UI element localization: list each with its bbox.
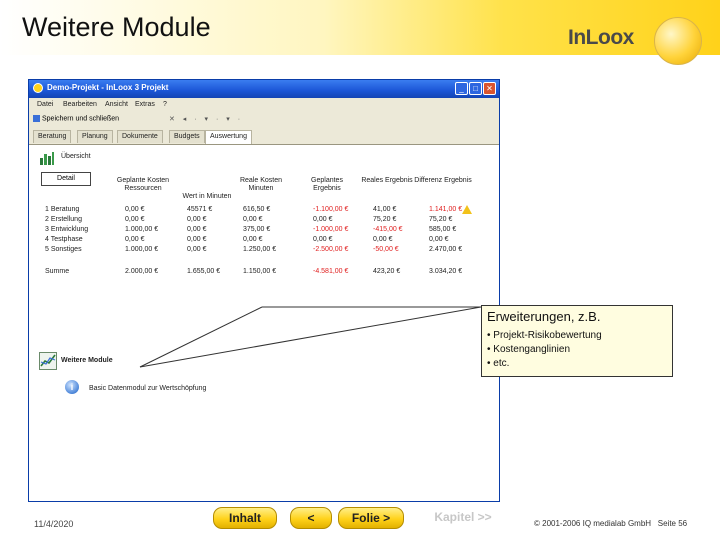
row-label: 4 Testphase	[45, 236, 83, 243]
slide-title: Weitere Module	[22, 12, 211, 42]
table-cell: 585,00 €	[429, 226, 457, 233]
callout-item-1: • Projekt-Risikobewertung	[487, 330, 602, 341]
page-number: Seite 56	[657, 519, 688, 528]
callout-box: Erweiterungen, z.B. • Projekt-Risikobewe…	[481, 305, 673, 377]
info-text[interactable]: Basic Datenmodul zur Wertschöpfung	[89, 385, 206, 392]
copyright-text: © 2001-2006 IQ medialab GmbH	[534, 519, 652, 528]
table-cell: 0,00 €	[187, 226, 207, 233]
sum-cell: 3.034,20 €	[429, 268, 463, 275]
maximize-button[interactable]: □	[469, 82, 482, 95]
footer-date: 11/4/2020	[34, 519, 74, 529]
save-close-button[interactable]: Speichern und schließen	[33, 115, 119, 122]
sum-cell: 2.000,00 €	[125, 268, 159, 275]
nav-inhalt-button[interactable]: Inhalt	[213, 507, 277, 529]
bar-chart-icon	[40, 152, 54, 165]
table-cell: 2.470,00 €	[429, 246, 463, 253]
table-cell: 0,00 €	[313, 236, 333, 243]
table-cell: 0,00 €	[187, 236, 207, 243]
app-icon	[33, 83, 43, 93]
table-cell: 75,20 €	[373, 216, 397, 223]
line-chart-icon	[39, 352, 57, 370]
table-cell: 0,00 €	[243, 236, 263, 243]
table-cell: -415,00 €	[373, 226, 403, 233]
nav-folie-button[interactable]: Folie >	[338, 507, 404, 529]
sum-label: Summe	[45, 268, 70, 275]
table-cell: 0,00 €	[187, 216, 207, 223]
tab-planung[interactable]: Planung	[77, 130, 113, 143]
table-cell: -1.100,00 €	[313, 206, 349, 213]
nav-kapitel-button: Kapitel >>	[434, 510, 492, 524]
tab-budgets[interactable]: Budgets	[169, 130, 205, 143]
window-titlebar: Demo-Projekt - InLoox 3 Projekt _ □ ✕	[29, 80, 499, 98]
col-header-3: Reale Kosten Minuten	[239, 177, 283, 192]
menu-datei[interactable]: Datei	[37, 101, 53, 108]
toolbar: Speichern und schließen ✕ ◂ · ▾ · ▾ ·	[29, 112, 499, 129]
callout-title: Erweiterungen, z.B.	[487, 309, 601, 324]
table-cell: 0,00 €	[373, 236, 393, 243]
menu-bearbeiten[interactable]: Bearbeiten	[63, 101, 97, 108]
row-label: 1 Beratung	[45, 206, 80, 213]
table-cell: -1.000,00 €	[313, 226, 349, 233]
nav-back-button[interactable]: <	[290, 507, 332, 529]
detail-button[interactable]: Detail	[41, 172, 91, 186]
toolbar-icons[interactable]: ✕ ◂ · ▾ · ▾ ·	[169, 115, 243, 123]
table-cell: 0,00 €	[429, 236, 449, 243]
tab-bar: Beratung Planung Dokumente Budgets Auswe…	[29, 128, 499, 145]
menu-help[interactable]: ?	[163, 101, 167, 108]
close-button[interactable]: ✕	[483, 82, 496, 95]
callout-item-3: • etc.	[487, 358, 510, 369]
minimize-button[interactable]: _	[455, 82, 468, 95]
table-cell: 375,00 €	[243, 226, 271, 233]
menu-extras[interactable]: Extras	[135, 101, 155, 108]
table-cell: 1.250,00 €	[243, 246, 277, 253]
inloox-logo: InLoox	[568, 26, 634, 49]
callout-item-2: • Kostenganglinien	[487, 344, 571, 355]
row-label: 5 Sonstiges	[45, 246, 82, 253]
table-cell: 0,00 €	[125, 236, 145, 243]
tab-beratung[interactable]: Beratung	[33, 130, 72, 143]
col-header-5: Reales Ergebnis	[361, 177, 413, 184]
col-header-4: Geplantes Ergebnis	[311, 177, 343, 192]
sum-cell: 1.655,00 €	[187, 268, 221, 275]
logo-circle-icon	[654, 17, 702, 65]
table-cell: 0,00 €	[187, 246, 207, 253]
table-cell: 0,00 €	[125, 206, 145, 213]
menubar: Datei Bearbeiten Ansicht Extras ?	[29, 98, 499, 112]
sum-cell: 1.150,00 €	[243, 268, 277, 275]
sum-cell: 423,20 €	[373, 268, 401, 275]
table-cell: 0,00 €	[125, 216, 145, 223]
table-cell: 75,20 €	[429, 216, 453, 223]
footer-copyright: © 2001-2006 IQ medialab GmbH Seite 56	[534, 519, 687, 528]
table-cell: 0,00 €	[313, 216, 333, 223]
save-icon	[33, 115, 40, 122]
table-cell: 1.000,00 €	[125, 226, 159, 233]
save-close-label: Speichern und schließen	[42, 115, 120, 123]
weitere-module-label: Weitere Module	[61, 357, 113, 364]
warning-icon	[462, 205, 472, 214]
app-window: Demo-Projekt - InLoox 3 Projekt _ □ ✕ Da…	[28, 79, 500, 502]
menu-ansicht[interactable]: Ansicht	[105, 101, 128, 108]
table-cell: 45571 €	[187, 206, 213, 213]
info-icon: i	[65, 380, 79, 394]
table-cell: 41,00 €	[373, 206, 397, 213]
col-header-2: Wert in Minuten	[182, 193, 232, 200]
table-cell: -50,00 €	[373, 246, 399, 253]
tab-auswertung[interactable]: Auswertung	[205, 130, 252, 144]
sum-cell: -4.581,00 €	[313, 268, 349, 275]
table-cell: 616,50 €	[243, 206, 271, 213]
table-cell: 1.141,00 €	[429, 206, 463, 213]
table-cell: 0,00 €	[243, 216, 263, 223]
table-cell: -2.500,00 €	[313, 246, 349, 253]
row-label: 2 Erstellung	[45, 216, 82, 223]
col-header-1: Geplante Kosten Ressourcen	[116, 177, 170, 192]
window-title: Demo-Projekt - InLoox 3 Projekt	[47, 83, 169, 92]
table-cell: 1.000,00 €	[125, 246, 159, 253]
row-label: 3 Entwicklung	[45, 226, 89, 233]
col-header-6: Differenz Ergebnis	[414, 177, 472, 184]
tab-dokumente[interactable]: Dokumente	[117, 130, 163, 143]
overview-label: Übersicht	[61, 153, 91, 160]
